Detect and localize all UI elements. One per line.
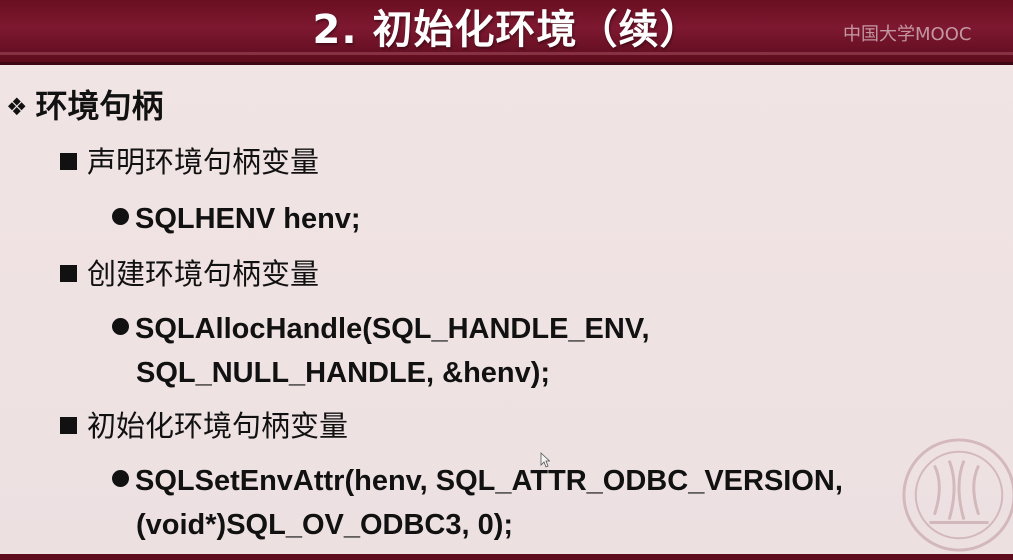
subsection-label-text: 声明环境句柄变量	[87, 145, 320, 179]
code-line: SQLAllocHandle(SQL_HANDLE_ENV,	[112, 308, 650, 350]
subsection-label-text: 初始化环境句柄变量	[87, 409, 349, 443]
subsection-label-text: 创建环境句柄变量	[87, 257, 320, 291]
section-heading: ❖ 环境句柄	[6, 84, 164, 129]
code-line: SQLHENV henv;	[112, 198, 361, 240]
square-bullet-icon	[60, 265, 77, 282]
slide: 2. 初始化环境（续） 中国大学MOOC ❖ 环境句柄 声明环境句柄变量 SQLH…	[0, 0, 1013, 560]
code-line-continued: SQL_NULL_HANDLE, &henv);	[136, 357, 551, 389]
code-text: SQLAllocHandle(SQL_HANDLE_ENV,	[135, 313, 650, 345]
square-bullet-icon	[60, 153, 77, 170]
round-bullet-icon	[112, 318, 129, 335]
code-line-continued: (void*)SQL_OV_ODBC3, 0);	[136, 509, 514, 541]
square-bullet-icon	[60, 417, 77, 434]
bottom-bar	[0, 554, 1013, 560]
code-text: SQLHENV henv;	[135, 203, 361, 235]
subsection-label-create: 创建环境句柄变量	[60, 254, 319, 294]
mouse-pointer-icon	[540, 452, 550, 468]
round-bullet-icon	[112, 208, 129, 225]
subsection-label-declare: 声明环境句柄变量	[60, 142, 319, 182]
title-bar: 2. 初始化环境（续） 中国大学MOOC	[0, 0, 1013, 65]
subsection-label-init: 初始化环境句柄变量	[60, 406, 348, 446]
diamond-bullet-icon: ❖	[6, 93, 28, 121]
round-bullet-icon	[112, 470, 129, 487]
watermark-text: 中国大学MOOC	[843, 24, 972, 45]
code-text: SQLSetEnvAttr(henv, SQL_ATTR_ODBC_VERSIO…	[135, 465, 843, 497]
university-seal-icon	[902, 438, 1013, 552]
section-heading-text: 环境句柄	[35, 87, 164, 125]
code-line: SQLSetEnvAttr(henv, SQL_ATTR_ODBC_VERSIO…	[112, 460, 843, 502]
